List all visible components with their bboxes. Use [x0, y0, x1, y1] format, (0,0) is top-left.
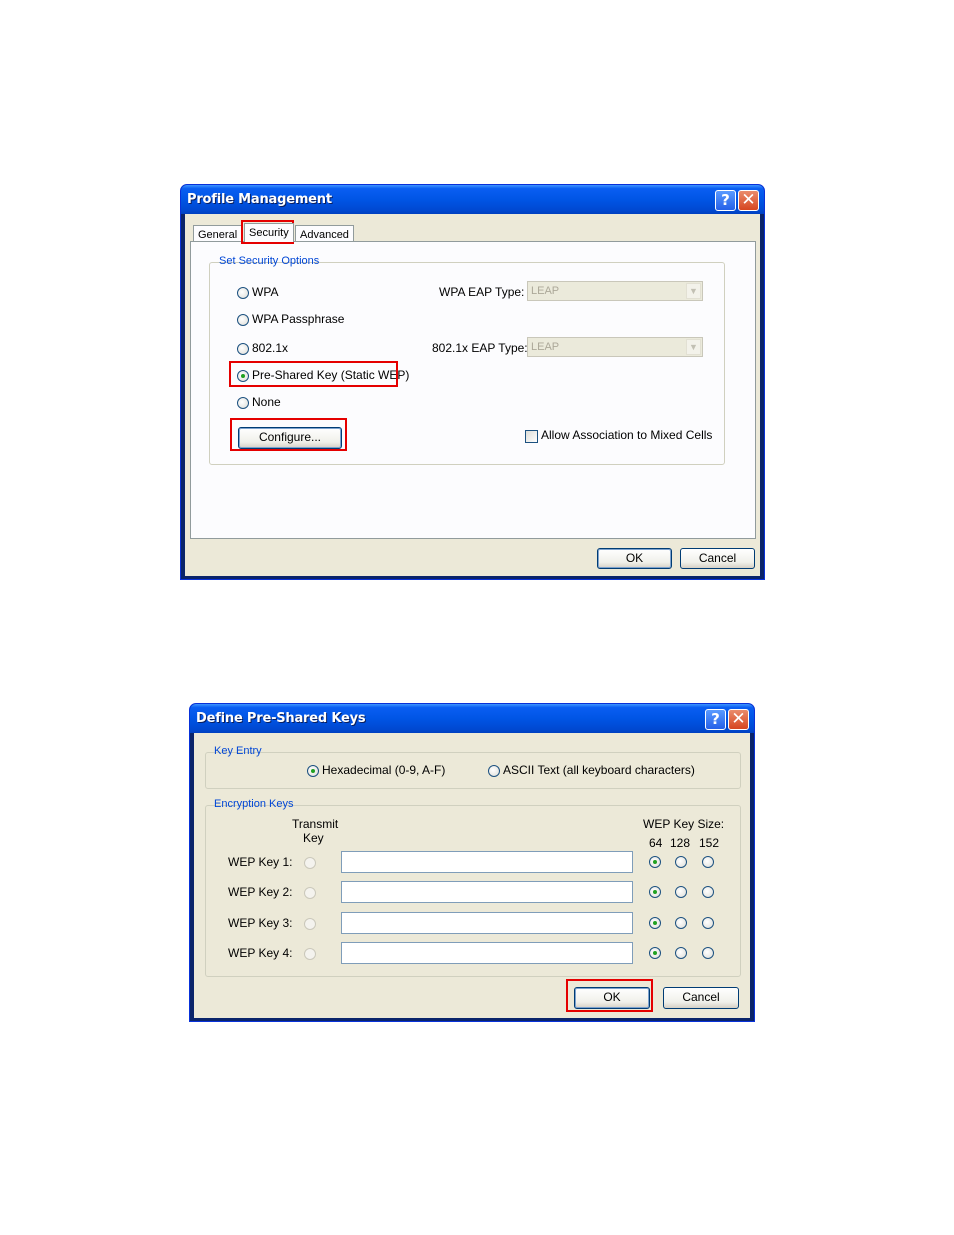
key-4-size-128-radio[interactable] [675, 947, 687, 959]
none-radio[interactable] [237, 397, 249, 409]
key-4-size-152-radio[interactable] [702, 947, 714, 959]
dot1x-radio[interactable] [237, 343, 249, 355]
wep-key-2-input[interactable] [341, 881, 633, 903]
wep-key-2-label: WEP Key 2: [228, 885, 293, 899]
size-128-header: 128 [670, 836, 691, 850]
dot1x-eap-type-label: 802.1x EAP Type: [432, 341, 528, 355]
chevron-down-icon: ▼ [686, 283, 701, 299]
hex-radio[interactable] [307, 765, 319, 777]
group-label: Set Security Options [219, 255, 320, 267]
security-tab-panel: Set Security Options WPA WPA Passphrase … [190, 241, 756, 539]
selected-dot-icon [653, 860, 657, 864]
tab-security[interactable]: Security [244, 223, 294, 242]
key-1-size-64-radio[interactable] [649, 856, 661, 868]
psk-radio[interactable] [237, 370, 249, 382]
transmit-key-3-radio [304, 918, 316, 930]
transmit-key-header-2: Key [303, 831, 324, 845]
key-1-size-152-radio[interactable] [702, 856, 714, 868]
key-entry-label: Key Entry [214, 745, 262, 757]
wep-key-1-label: WEP Key 1: [228, 855, 293, 869]
wpa-label: WPA [252, 285, 279, 299]
transmit-key-4-radio [304, 948, 316, 960]
ascii-radio[interactable] [488, 765, 500, 777]
key-3-size-128-radio[interactable] [675, 917, 687, 929]
define-psk-window: Define Pre-Shared Keys ? ✕ Key Entry Hex… [189, 703, 755, 1022]
close-icon[interactable]: ✕ [728, 709, 749, 730]
close-icon[interactable]: ✕ [738, 190, 759, 211]
wpa-passphrase-label: WPA Passphrase [252, 312, 345, 326]
wep-key-3-input[interactable] [341, 912, 633, 934]
encryption-keys-label: Encryption Keys [214, 798, 294, 810]
key-2-size-64-radio[interactable] [649, 886, 661, 898]
dot1x-eap-type-value: LEAP [531, 341, 560, 353]
key-2-size-128-radio[interactable] [675, 886, 687, 898]
wep-key-4-label: WEP Key 4: [228, 946, 293, 960]
mixed-cells-checkbox[interactable] [525, 430, 538, 443]
dialog-body: General Security Advanced Set Security O… [185, 214, 760, 576]
tab-general[interactable]: General [193, 225, 243, 242]
key-3-size-152-radio[interactable] [702, 917, 714, 929]
title-bar: Profile Management ? ✕ [181, 185, 764, 214]
key-entry-group: Key Entry Hexadecimal (0-9, A-F) ASCII T… [205, 745, 741, 789]
tab-advanced[interactable]: Advanced [295, 225, 354, 242]
key-3-size-64-radio[interactable] [649, 917, 661, 929]
help-icon[interactable]: ? [715, 190, 736, 211]
ok-button[interactable]: OK [574, 987, 650, 1009]
selected-dot-icon [653, 890, 657, 894]
wpa-eap-type-select: LEAP ▼ [527, 281, 703, 301]
title-bar: Define Pre-Shared Keys ? ✕ [190, 704, 754, 733]
chevron-down-icon: ▼ [686, 339, 701, 355]
mixed-cells-label: Allow Association to Mixed Cells [541, 428, 713, 442]
dialog-body: Key Entry Hexadecimal (0-9, A-F) ASCII T… [194, 733, 750, 1018]
selected-dot-icon [653, 921, 657, 925]
transmit-key-2-radio [304, 887, 316, 899]
psk-label: Pre-Shared Key (Static WEP) [252, 368, 410, 382]
encryption-keys-group: Encryption Keys Transmit Key WEP Key Siz… [205, 798, 741, 977]
selected-dot-icon [311, 769, 315, 773]
key-2-size-152-radio[interactable] [702, 886, 714, 898]
configure-button[interactable]: Configure... [238, 427, 342, 449]
key-4-size-64-radio[interactable] [649, 947, 661, 959]
help-icon[interactable]: ? [705, 709, 726, 730]
wpa-eap-type-value: LEAP [531, 285, 560, 297]
key-1-size-128-radio[interactable] [675, 856, 687, 868]
hex-label: Hexadecimal (0-9, A-F) [322, 763, 446, 777]
ok-button[interactable]: OK [597, 548, 672, 569]
wep-key-3-label: WEP Key 3: [228, 916, 293, 930]
wep-key-1-input[interactable] [341, 851, 633, 873]
selected-dot-icon [241, 374, 245, 378]
cancel-button[interactable]: Cancel [663, 987, 739, 1009]
transmit-key-1-radio [304, 857, 316, 869]
transmit-key-header: Transmit [292, 817, 339, 831]
set-security-options-group: Set Security Options WPA WPA Passphrase … [209, 255, 725, 465]
window-title: Profile Management [187, 192, 332, 207]
dot1x-label: 802.1x [252, 341, 289, 355]
wpa-eap-type-label: WPA EAP Type: [439, 285, 525, 299]
wep-key-size-header: WEP Key Size: [643, 817, 725, 831]
size-152-header: 152 [699, 836, 720, 850]
ascii-label: ASCII Text (all keyboard characters) [503, 763, 695, 777]
wep-key-4-input[interactable] [341, 942, 633, 964]
wpa-radio[interactable] [237, 287, 249, 299]
profile-management-window: Profile Management ? ✕ General Security … [180, 184, 765, 580]
wpa-passphrase-radio[interactable] [237, 314, 249, 326]
size-64-header: 64 [649, 836, 663, 850]
window-title: Define Pre-Shared Keys [196, 711, 366, 726]
selected-dot-icon [653, 951, 657, 955]
cancel-button[interactable]: Cancel [680, 548, 755, 569]
none-label: None [252, 395, 281, 409]
dot1x-eap-type-select: LEAP ▼ [527, 337, 703, 357]
